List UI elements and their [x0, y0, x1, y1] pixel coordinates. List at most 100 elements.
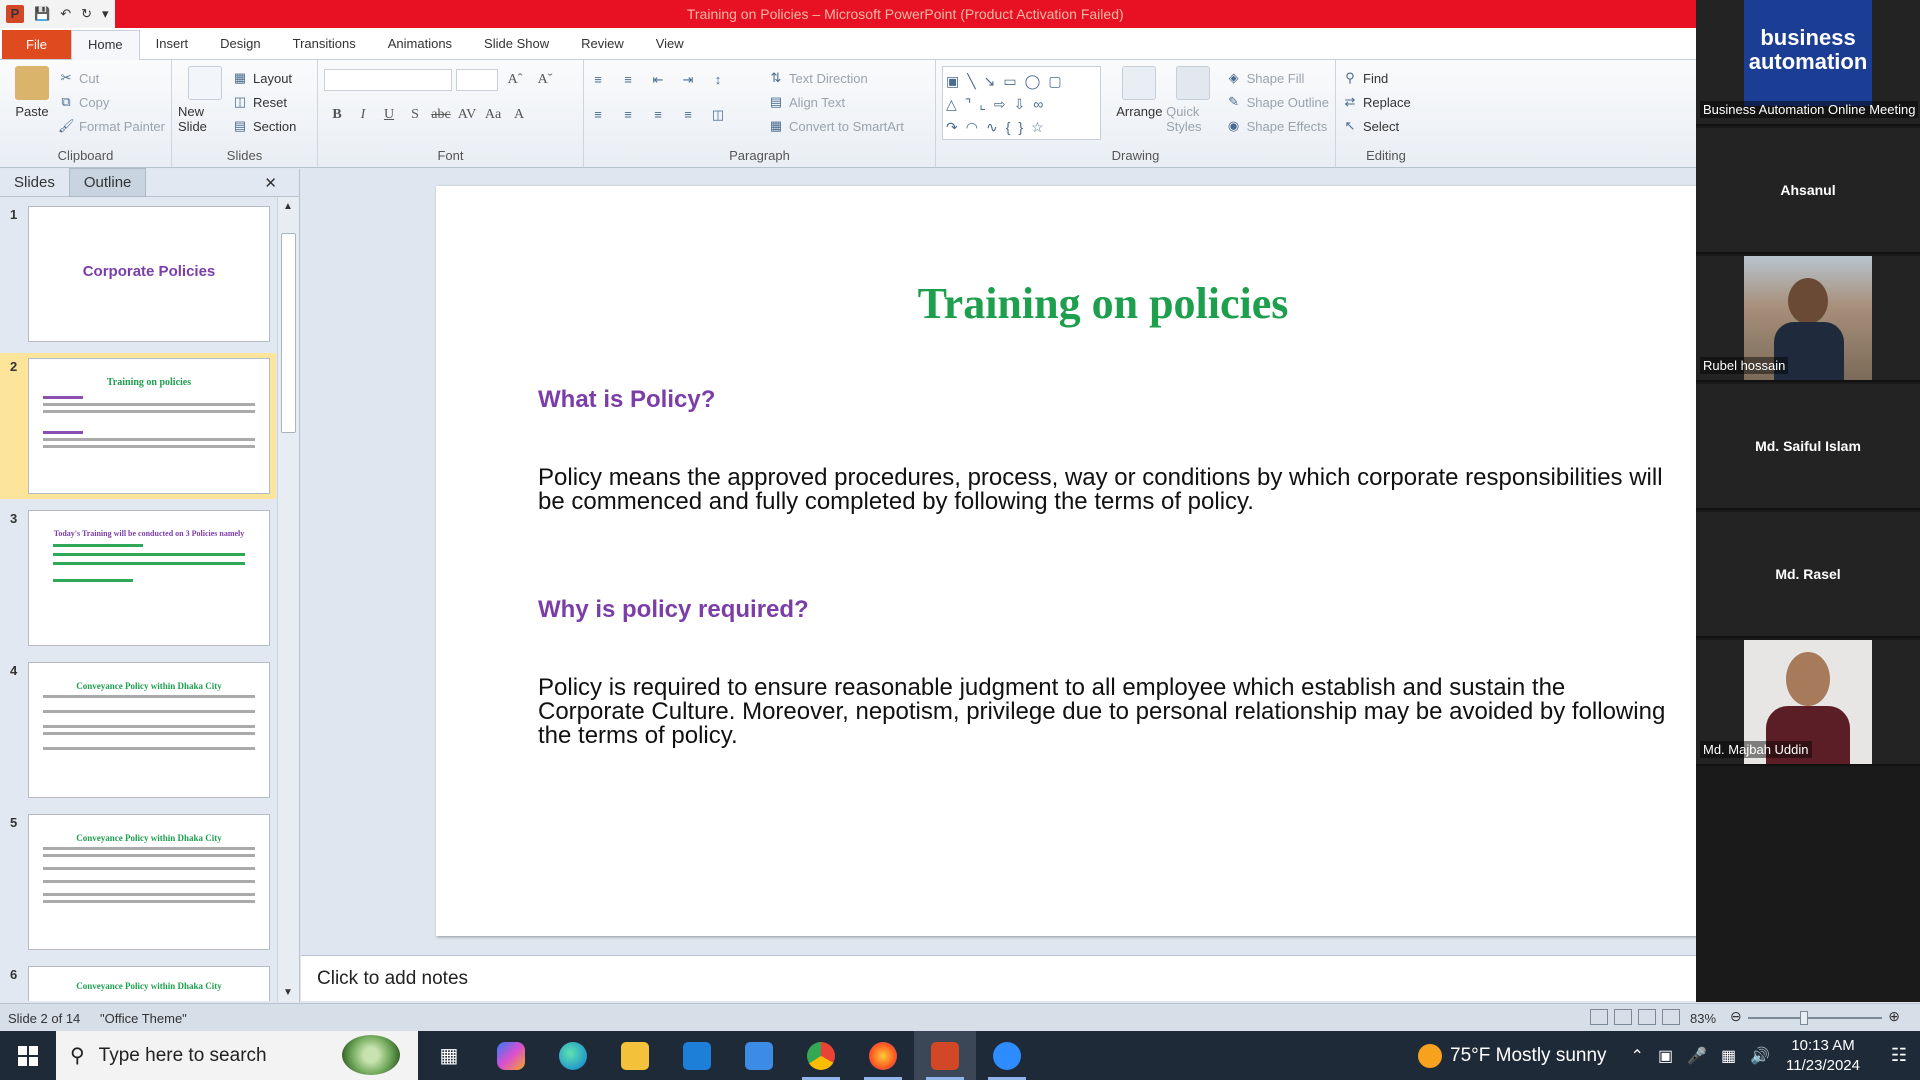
tab-animations[interactable]: Animations	[372, 30, 468, 59]
grow-font-icon[interactable]: Aˆ	[502, 72, 528, 88]
bullets-icon[interactable]: ≡	[590, 72, 606, 88]
tab-slides[interactable]: Slides	[0, 169, 69, 196]
char-spacing-icon[interactable]: AV	[454, 107, 480, 123]
powerpoint-logo-icon[interactable]: P	[6, 5, 24, 23]
task-view-icon[interactable]: ▦	[418, 1031, 480, 1080]
tab-review[interactable]: Review	[565, 30, 640, 59]
microphone-icon[interactable]: 🎤	[1687, 1046, 1707, 1066]
zoom-out-icon[interactable]: ⊖	[1730, 1008, 1742, 1025]
arrow-line-shape-icon[interactable]: ↘	[984, 73, 1004, 89]
curve-shape-icon[interactable]: ↷	[946, 119, 966, 135]
slide-body-why[interactable]: Policy is required to ensure reasonable …	[538, 676, 1678, 748]
slide-thumbnail[interactable]: Conveyance Policy within Dhaka City	[28, 662, 270, 798]
reading-view-icon[interactable]	[1638, 1009, 1656, 1025]
align-text-button[interactable]: ▤ Align Text	[768, 90, 904, 114]
shrink-font-icon[interactable]: Aˇ	[532, 72, 558, 88]
slide-title[interactable]: Training on policies	[436, 278, 1770, 329]
left-brace-icon[interactable]: {	[1006, 119, 1019, 135]
freeform-shape-icon[interactable]: ∞	[1033, 96, 1051, 112]
start-button[interactable]	[0, 1031, 56, 1080]
justify-icon[interactable]: ≡	[680, 107, 696, 123]
change-case-icon[interactable]: Aa	[480, 107, 506, 123]
zoom-slider[interactable]: ⊖ ⊕	[1730, 1008, 1900, 1026]
slide-thumbnail-row[interactable]: 2 Training on policies	[0, 353, 276, 499]
participant-tile[interactable]: business automation Business Automation …	[1696, 0, 1920, 126]
columns-icon[interactable]: ◫	[710, 107, 726, 123]
slide-thumbnail[interactable]: Conveyance Policy within Dhaka City	[28, 966, 270, 1001]
layout-button[interactable]: ▦ Layout	[232, 66, 296, 90]
slide-thumbnail-row[interactable]: 4 Conveyance Policy within Dhaka City	[0, 657, 276, 803]
close-icon[interactable]: ✕	[250, 169, 291, 197]
tab-design[interactable]: Design	[204, 30, 276, 59]
show-hidden-icons-icon[interactable]: ⌃	[1631, 1046, 1644, 1066]
microsoft-store-icon[interactable]	[666, 1031, 728, 1080]
cut-button[interactable]: ✂ Cut	[58, 66, 165, 90]
slide-body-what[interactable]: Policy means the approved procedures, pr…	[538, 466, 1678, 514]
participant-tile[interactable]: Ahsanul	[1696, 128, 1920, 254]
oval-shape-icon[interactable]: ◯	[1025, 73, 1049, 89]
italic-icon[interactable]: I	[350, 107, 376, 123]
increase-indent-icon[interactable]: ⇥	[680, 72, 696, 88]
slide-thumbnail-row[interactable]: 5 Conveyance Policy within Dhaka City	[0, 809, 276, 955]
tab-transitions[interactable]: Transitions	[277, 30, 372, 59]
tab-file[interactable]: File	[2, 30, 71, 59]
arc-shape-icon[interactable]: ◠	[966, 119, 986, 135]
edge-icon[interactable]	[542, 1031, 604, 1080]
powerpoint-taskbar-icon[interactable]	[914, 1031, 976, 1080]
slide-thumbnail-row[interactable]: 6 Conveyance Policy within Dhaka City	[0, 961, 276, 1001]
scroll-down-icon[interactable]: ▼	[283, 987, 293, 998]
zoom-in-icon[interactable]: ⊕	[1888, 1008, 1900, 1025]
notes-pane[interactable]: Click to add notes	[301, 955, 1696, 1001]
font-size-select[interactable]	[456, 69, 498, 91]
triangle-shape-icon[interactable]: △	[946, 96, 965, 112]
reset-button[interactable]: ◫ Reset	[232, 90, 296, 114]
file-explorer-icon[interactable]	[604, 1031, 666, 1080]
font-family-select[interactable]	[324, 69, 452, 91]
line-spacing-icon[interactable]: ↕	[710, 72, 726, 88]
elbow-connector-icon[interactable]: ⌝	[965, 96, 980, 112]
customize-toolbar-icon[interactable]: ▾	[102, 6, 109, 22]
slide-sorter-icon[interactable]	[1614, 1009, 1632, 1025]
slide-thumbnail-row[interactable]: 1 Corporate Policies	[0, 201, 276, 347]
tab-view[interactable]: View	[640, 30, 700, 59]
save-icon[interactable]: 💾	[34, 6, 50, 22]
redo-icon[interactable]: ↻	[81, 6, 92, 22]
meet-now-icon[interactable]: ▣	[1658, 1046, 1673, 1066]
slide-thumbnail[interactable]: Corporate Policies	[28, 206, 270, 342]
shape-outline-button[interactable]: ✎ Shape Outline	[1226, 90, 1329, 114]
text-direction-button[interactable]: ⇅ Text Direction	[768, 66, 904, 90]
shadow-icon[interactable]: S	[402, 107, 428, 123]
align-right-icon[interactable]: ≡	[650, 107, 666, 123]
notification-center-icon[interactable]: ☷	[1878, 1045, 1920, 1066]
align-left-icon[interactable]: ≡	[590, 107, 606, 123]
underline-icon[interactable]: U	[376, 107, 402, 123]
shape-effects-button[interactable]: ◉ Shape Effects	[1226, 114, 1329, 138]
scroll-up-icon[interactable]: ▲	[283, 201, 293, 212]
tab-slide-show[interactable]: Slide Show	[468, 30, 565, 59]
quick-styles-button[interactable]: Quick Styles	[1166, 66, 1220, 140]
strikethrough-icon[interactable]: abc	[428, 107, 454, 123]
participant-tile[interactable]: Rubel hossain	[1696, 256, 1920, 382]
chrome-icon[interactable]	[790, 1031, 852, 1080]
slideshow-view-icon[interactable]	[1662, 1009, 1680, 1025]
slide-thumbnail[interactable]: Training on policies	[28, 358, 270, 494]
shape-fill-button[interactable]: ◈ Shape Fill	[1226, 66, 1329, 90]
taskbar-search-box[interactable]: ⚲ Type here to search	[56, 1031, 418, 1080]
undo-icon[interactable]: ↶	[60, 6, 71, 22]
star-shape-icon[interactable]: ☆	[1031, 119, 1052, 135]
mail-icon[interactable]	[728, 1031, 790, 1080]
rectangle-shape-icon[interactable]: ▭	[1003, 73, 1024, 89]
select-button[interactable]: ↖ Select	[1342, 114, 1430, 138]
copilot-icon[interactable]	[480, 1031, 542, 1080]
participant-tile[interactable]: Md. Saiful Islam	[1696, 384, 1920, 510]
right-arrow-shape-icon[interactable]: ⇨	[994, 96, 1014, 112]
weather-widget[interactable]: 75°F Mostly sunny	[1418, 1043, 1607, 1068]
numbering-icon[interactable]: ≡	[620, 72, 636, 88]
down-arrow-shape-icon[interactable]: ⇩	[1014, 96, 1034, 112]
slide-thumbnail[interactable]: Conveyance Policy within Dhaka City	[28, 814, 270, 950]
normal-view-icon[interactable]	[1590, 1009, 1608, 1025]
shapes-gallery[interactable]: ▣╲↘▭◯▢ △⌝⌞⇨⇩∞ ↷◠∿{}☆	[942, 66, 1101, 140]
participant-tile[interactable]: Md. Rasel	[1696, 512, 1920, 638]
zoom-knob[interactable]	[1800, 1011, 1809, 1025]
bold-icon[interactable]: B	[324, 107, 350, 123]
